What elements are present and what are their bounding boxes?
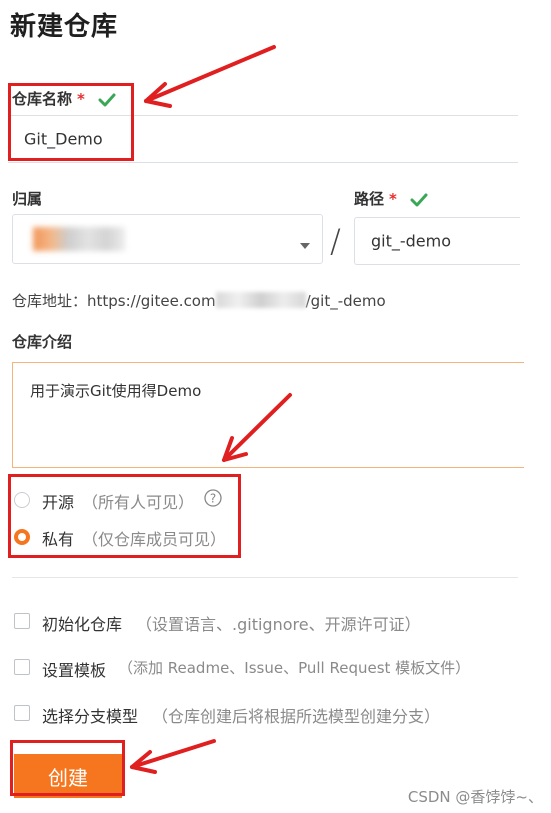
arrow-to-visibility <box>222 393 292 462</box>
annotation-arrows <box>130 45 292 774</box>
arrow-to-create <box>130 739 216 774</box>
watermark: CSDN @香饽饽~、 <box>407 788 543 806</box>
arrow-to-repo-name <box>144 45 276 108</box>
